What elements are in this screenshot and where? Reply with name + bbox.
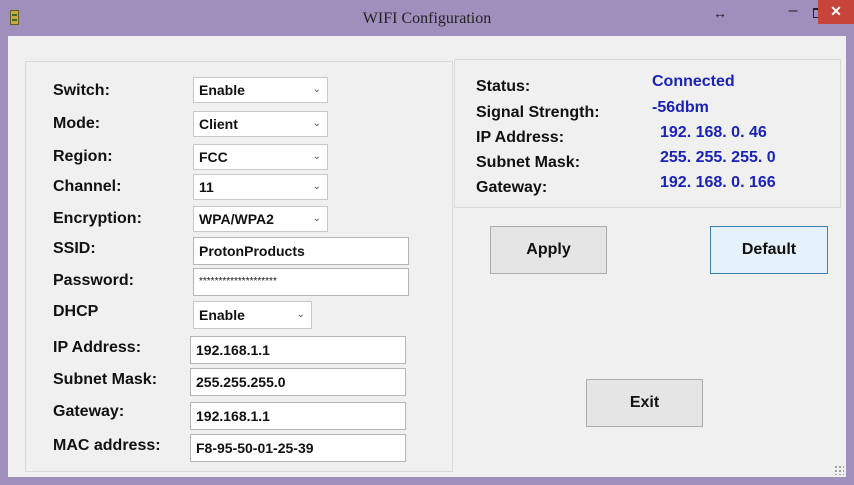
switch-label: Switch: — [53, 82, 110, 99]
ip-address-input[interactable]: 192.168.1.1 — [190, 336, 406, 364]
app-window: WIFI Configuration ↔ – ✕ Switch: Enable … — [0, 0, 854, 485]
status-gateway-value: 192. 168. 0. 166 — [660, 174, 776, 191]
exit-button[interactable]: Exit — [586, 379, 703, 427]
close-button[interactable]: ✕ — [818, 0, 854, 24]
status-label: Status: — [476, 78, 531, 95]
subnet-mask-label: Subnet Mask: — [53, 371, 158, 388]
gateway-label: Gateway: — [53, 403, 125, 420]
resize-grip-icon[interactable] — [834, 465, 844, 475]
signal-strength-value: -56dbm — [652, 99, 709, 116]
channel-label: Channel: — [53, 178, 122, 195]
region-select[interactable]: FCC ⌄ — [193, 144, 328, 170]
client-area: Switch: Enable ⌄ Mode: Client ⌄ Region: … — [8, 36, 846, 477]
chevron-down-icon: ⌄ — [312, 84, 321, 95]
chevron-down-icon: ⌄ — [312, 213, 321, 224]
signal-strength-label: Signal Strength: — [476, 104, 600, 121]
region-select-value: FCC — [199, 149, 228, 165]
ssid-label: SSID: — [53, 240, 96, 257]
mac-address-label: MAC address: — [53, 437, 161, 454]
mode-select[interactable]: Client ⌄ — [193, 111, 328, 137]
mode-select-value: Client — [199, 116, 238, 132]
mac-address-input[interactable]: F8-95-50-01-25-39 — [190, 434, 406, 462]
status-ip-label: IP Address: — [476, 129, 565, 146]
encryption-label: Encryption: — [53, 210, 142, 227]
status-ip-value: 192. 168. 0. 46 — [660, 124, 767, 141]
ip-address-label: IP Address: — [53, 339, 142, 356]
chevron-down-icon: ⌄ — [312, 181, 321, 192]
status-subnet-label: Subnet Mask: — [476, 154, 581, 171]
minimize-button[interactable]: – — [781, 2, 805, 26]
title-bar[interactable]: WIFI Configuration ↔ – ✕ — [0, 0, 854, 36]
switch-select[interactable]: Enable ⌄ — [193, 77, 328, 103]
channel-select-value: 11 — [199, 179, 214, 195]
status-subnet-value: 255. 255. 255. 0 — [660, 149, 776, 166]
encryption-select[interactable]: WPA/WPA2 ⌄ — [193, 206, 328, 232]
gateway-input[interactable]: 192.168.1.1 — [190, 402, 406, 430]
chevron-down-icon: ⌄ — [312, 151, 321, 162]
switch-select-value: Enable — [199, 82, 245, 98]
mode-label: Mode: — [53, 115, 101, 132]
resize-arrows-icon[interactable]: ↔ — [709, 5, 731, 29]
dhcp-select-value: Enable — [199, 307, 245, 323]
region-label: Region: — [53, 148, 113, 165]
status-gateway-label: Gateway: — [476, 179, 548, 196]
subnet-mask-input[interactable]: 255.255.255.0 — [190, 368, 406, 396]
chevron-down-icon: ⌄ — [296, 309, 305, 320]
dhcp-select[interactable]: Enable ⌄ — [193, 301, 312, 329]
status-value: Connected — [652, 73, 735, 90]
chevron-down-icon: ⌄ — [312, 118, 321, 129]
ssid-input[interactable]: ProtonProducts — [193, 237, 409, 265]
default-button[interactable]: Default — [710, 226, 828, 274]
password-input[interactable]: ******************** — [193, 268, 409, 296]
dhcp-label: DHCP — [53, 303, 99, 320]
password-label: Password: — [53, 272, 134, 289]
apply-button[interactable]: Apply — [490, 226, 607, 274]
encryption-select-value: WPA/WPA2 — [199, 211, 274, 227]
channel-select[interactable]: 11 ⌄ — [193, 174, 328, 200]
